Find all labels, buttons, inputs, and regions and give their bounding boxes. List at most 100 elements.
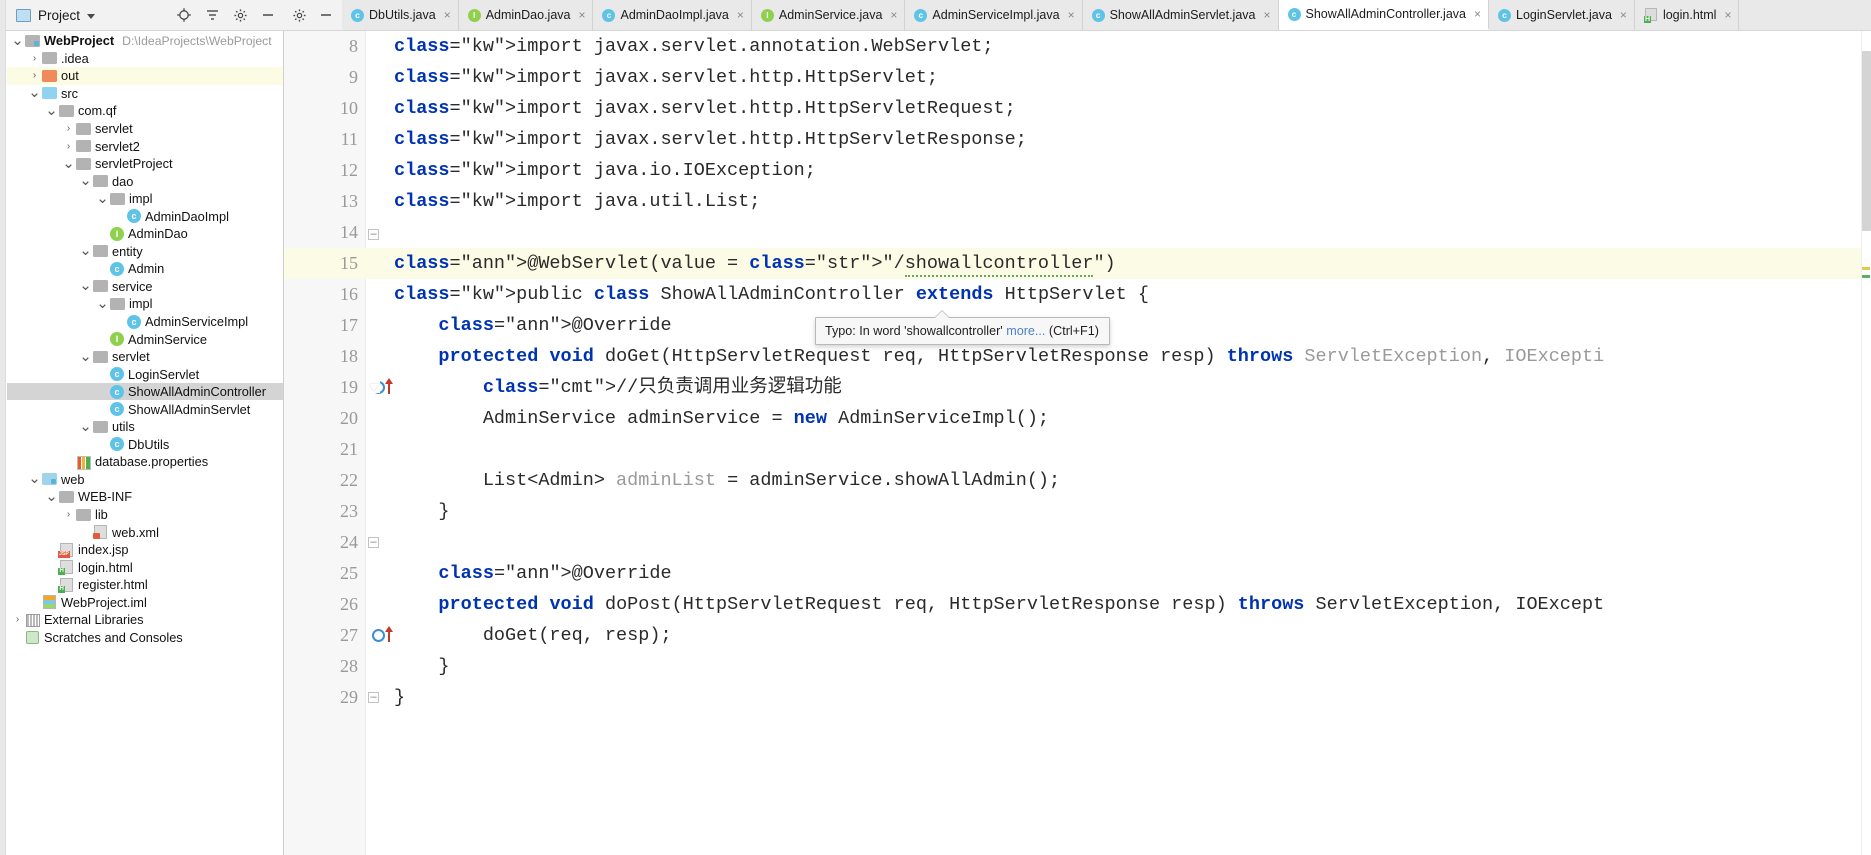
tree-item-admindaoimpl[interactable]: ›cAdminDaoImpl <box>7 207 283 225</box>
code-line-20[interactable]: 20 AdminService adminService = new Admin… <box>284 403 1871 434</box>
chevron-down-icon[interactable]: ⌄ <box>28 471 41 486</box>
tab-close-icon[interactable]: × <box>737 9 744 21</box>
code-line-22[interactable]: 22 List<Admin> adminList = adminService.… <box>284 465 1871 496</box>
chevron-down-icon[interactable]: ⌄ <box>11 33 24 48</box>
chevron-right-icon[interactable]: › <box>62 509 75 520</box>
tree-item-showalladmincontroller[interactable]: ›cShowAllAdminController <box>7 382 283 401</box>
tree-item-servletproject[interactable]: ⌄ servletProject <box>7 155 283 173</box>
tree-item-login-html[interactable]: ›login.html <box>7 558 283 576</box>
code-line-16[interactable]: 16 class="kw">public class ShowAllAdminCo… <box>284 279 1871 310</box>
editor-marker-bar[interactable] <box>1861 31 1871 855</box>
tree-item-lib[interactable]: › lib <box>7 506 283 524</box>
tab-close-icon[interactable]: × <box>890 9 897 21</box>
code-line-27[interactable]: 27 doGet(req, resp); <box>284 620 1871 651</box>
tab-close-icon[interactable]: × <box>578 9 585 21</box>
chevron-down-icon[interactable]: ⌄ <box>96 296 109 311</box>
tree-item-utils[interactable]: ⌄ utils <box>7 418 283 436</box>
code-line-13[interactable]: 13 class="kw">import java.util.List; <box>284 186 1871 217</box>
tree-item-showalladminservlet[interactable]: ›cShowAllAdminServlet <box>7 400 283 418</box>
gutter-marker-line-26[interactable] <box>372 625 393 642</box>
project-tree-panel[interactable]: ⌄ WebProject D:\IdeaProjects\WebProject › .i… <box>0 31 284 855</box>
tree-item-servlet[interactable]: › servlet <box>7 120 283 138</box>
tree-item-impl[interactable]: ⌄ impl <box>7 190 283 208</box>
fold-handle-doget-end[interactable]: – <box>368 537 379 548</box>
warning-marker[interactable] <box>1862 267 1870 270</box>
chevron-down-icon[interactable]: ⌄ <box>62 156 75 171</box>
gear-icon[interactable] <box>233 8 248 23</box>
tree-item-impl[interactable]: ⌄ impl <box>7 295 283 313</box>
code-line-28[interactable]: 28 } <box>284 651 1871 682</box>
tab-close-icon[interactable]: × <box>1724 9 1731 21</box>
chevron-right-icon[interactable]: › <box>28 70 41 81</box>
tree-item-external-libraries[interactable]: › External Libraries <box>7 611 283 629</box>
tab-close-icon[interactable]: × <box>1620 9 1627 21</box>
chevron-right-icon[interactable]: › <box>62 141 75 152</box>
tree-item-dao[interactable]: ⌄ dao <box>7 172 283 190</box>
tab-close-icon[interactable]: × <box>444 9 451 21</box>
editor-tab-loginservlet-java[interactable]: c LoginServlet.java × <box>1489 0 1635 30</box>
chevron-down-icon[interactable]: ⌄ <box>79 419 92 434</box>
chevron-down-icon[interactable]: ⌄ <box>79 278 92 293</box>
code-line-19[interactable]: 19 class="cmt">//只负责调用业务逻辑功能 <box>284 372 1871 403</box>
tree-item-admin[interactable]: ›cAdmin <box>7 260 283 278</box>
chevron-down-icon[interactable]: ⌄ <box>79 349 92 364</box>
code-line-21[interactable]: 21 <box>284 434 1871 465</box>
chevron-down-icon[interactable] <box>87 13 96 19</box>
code-line-26[interactable]: 26 protected void doPost(HttpServletRequ… <box>284 589 1871 620</box>
tree-item-index-jsp[interactable]: ›index.jsp <box>7 541 283 559</box>
code-line-24[interactable]: 24 <box>284 527 1871 558</box>
editor-tabstrip[interactable]: c DbUtils.java × I AdminDao.java × c AdminDaoIm… <box>342 0 1871 30</box>
tree-item--idea[interactable]: › .idea <box>7 50 283 68</box>
editor-tab-adminserviceimpl-java[interactable]: c AdminServiceImpl.java × <box>905 0 1083 30</box>
chevron-down-icon[interactable]: ⌄ <box>96 191 109 206</box>
code-line-23[interactable]: 23 } <box>284 496 1871 527</box>
chevron-right-icon[interactable]: › <box>28 53 41 64</box>
tree-item-servlet2[interactable]: › servlet2 <box>7 137 283 155</box>
code-line-18[interactable]: 18 protected void doGet(HttpServletReque… <box>284 341 1871 372</box>
editor-tab-admindaoimpl-java[interactable]: c AdminDaoImpl.java × <box>593 0 752 30</box>
editor-minimize-icon[interactable] <box>319 8 333 22</box>
tab-close-icon[interactable]: × <box>1068 9 1075 21</box>
tree-item-register-html[interactable]: ›register.html <box>7 576 283 594</box>
tree-item-out[interactable]: › out <box>7 67 283 85</box>
tree-item-loginservlet[interactable]: ›cLoginServlet <box>7 365 283 383</box>
code-line-8[interactable]: 8 class="kw">import javax.servlet.annotat… <box>284 31 1871 62</box>
tree-item-dbutils[interactable]: ›cDbUtils <box>7 436 283 454</box>
locate-icon[interactable] <box>176 7 192 23</box>
editor-tab-admindao-java[interactable]: I AdminDao.java × <box>458 0 594 30</box>
project-tree[interactable]: ⌄ WebProject D:\IdeaProjects\WebProject › .i… <box>7 31 283 855</box>
chevron-down-icon[interactable]: ⌄ <box>45 489 58 504</box>
tree-item-service[interactable]: ⌄ service <box>7 278 283 296</box>
tree-item-scratches-and-consoles[interactable]: ›Scratches and Consoles <box>7 629 283 647</box>
chevron-right-icon[interactable]: › <box>62 123 75 134</box>
tree-item-adminserviceimpl[interactable]: ›cAdminServiceImpl <box>7 313 283 331</box>
editor-scrollbar-thumb[interactable] <box>1862 51 1871 231</box>
editor-gear-icon[interactable] <box>292 8 307 23</box>
tree-item-database-properties[interactable]: ›database.properties <box>7 453 283 471</box>
minimize-icon[interactable] <box>261 8 275 22</box>
fold-handle-dopost-end[interactable]: – <box>368 692 379 703</box>
code-editor[interactable]: 8 class="kw">import javax.servlet.annotat… <box>284 31 1871 855</box>
code-line-11[interactable]: 11 class="kw">import javax.servlet.http.H… <box>284 124 1871 155</box>
tree-item-com-qf[interactable]: ⌄ com.qf <box>7 102 283 120</box>
tree-item-webproject-iml[interactable]: ›WebProject.iml <box>7 594 283 612</box>
chevron-down-icon[interactable]: ⌄ <box>28 85 41 100</box>
code-line-29[interactable]: 29} <box>284 682 1871 713</box>
typo-marker[interactable] <box>1862 275 1870 278</box>
tree-item-src[interactable]: ⌄ src <box>7 85 283 103</box>
tree-item-adminservice[interactable]: ›IAdminService <box>7 330 283 348</box>
tree-item-webproject[interactable]: ⌄ WebProject D:\IdeaProjects\WebProject <box>7 32 283 50</box>
code-line-9[interactable]: 9 class="kw">import javax.servlet.http.Ht… <box>284 62 1871 93</box>
chevron-down-icon[interactable]: ⌄ <box>45 103 58 118</box>
code-line-10[interactable]: 10 class="kw">import javax.servlet.http.H… <box>284 93 1871 124</box>
tooltip-more-link[interactable]: more... <box>1006 324 1045 338</box>
editor-tab-adminservice-java[interactable]: I AdminService.java × <box>751 0 906 30</box>
fold-handle-imports[interactable]: – <box>368 229 379 240</box>
tree-item-servlet[interactable]: ⌄ servlet <box>7 348 283 366</box>
editor-tab-dbutils-java[interactable]: c DbUtils.java × <box>342 0 459 30</box>
tree-item-web-inf[interactable]: ⌄ WEB-INF <box>7 488 283 506</box>
collapse-all-icon[interactable] <box>205 8 220 23</box>
code-line-12[interactable]: 12 class="kw">import java.io.IOException; <box>284 155 1871 186</box>
tree-item-admindao[interactable]: ›IAdminDao <box>7 225 283 243</box>
fold-handle-dogetbody[interactable] <box>368 381 380 393</box>
